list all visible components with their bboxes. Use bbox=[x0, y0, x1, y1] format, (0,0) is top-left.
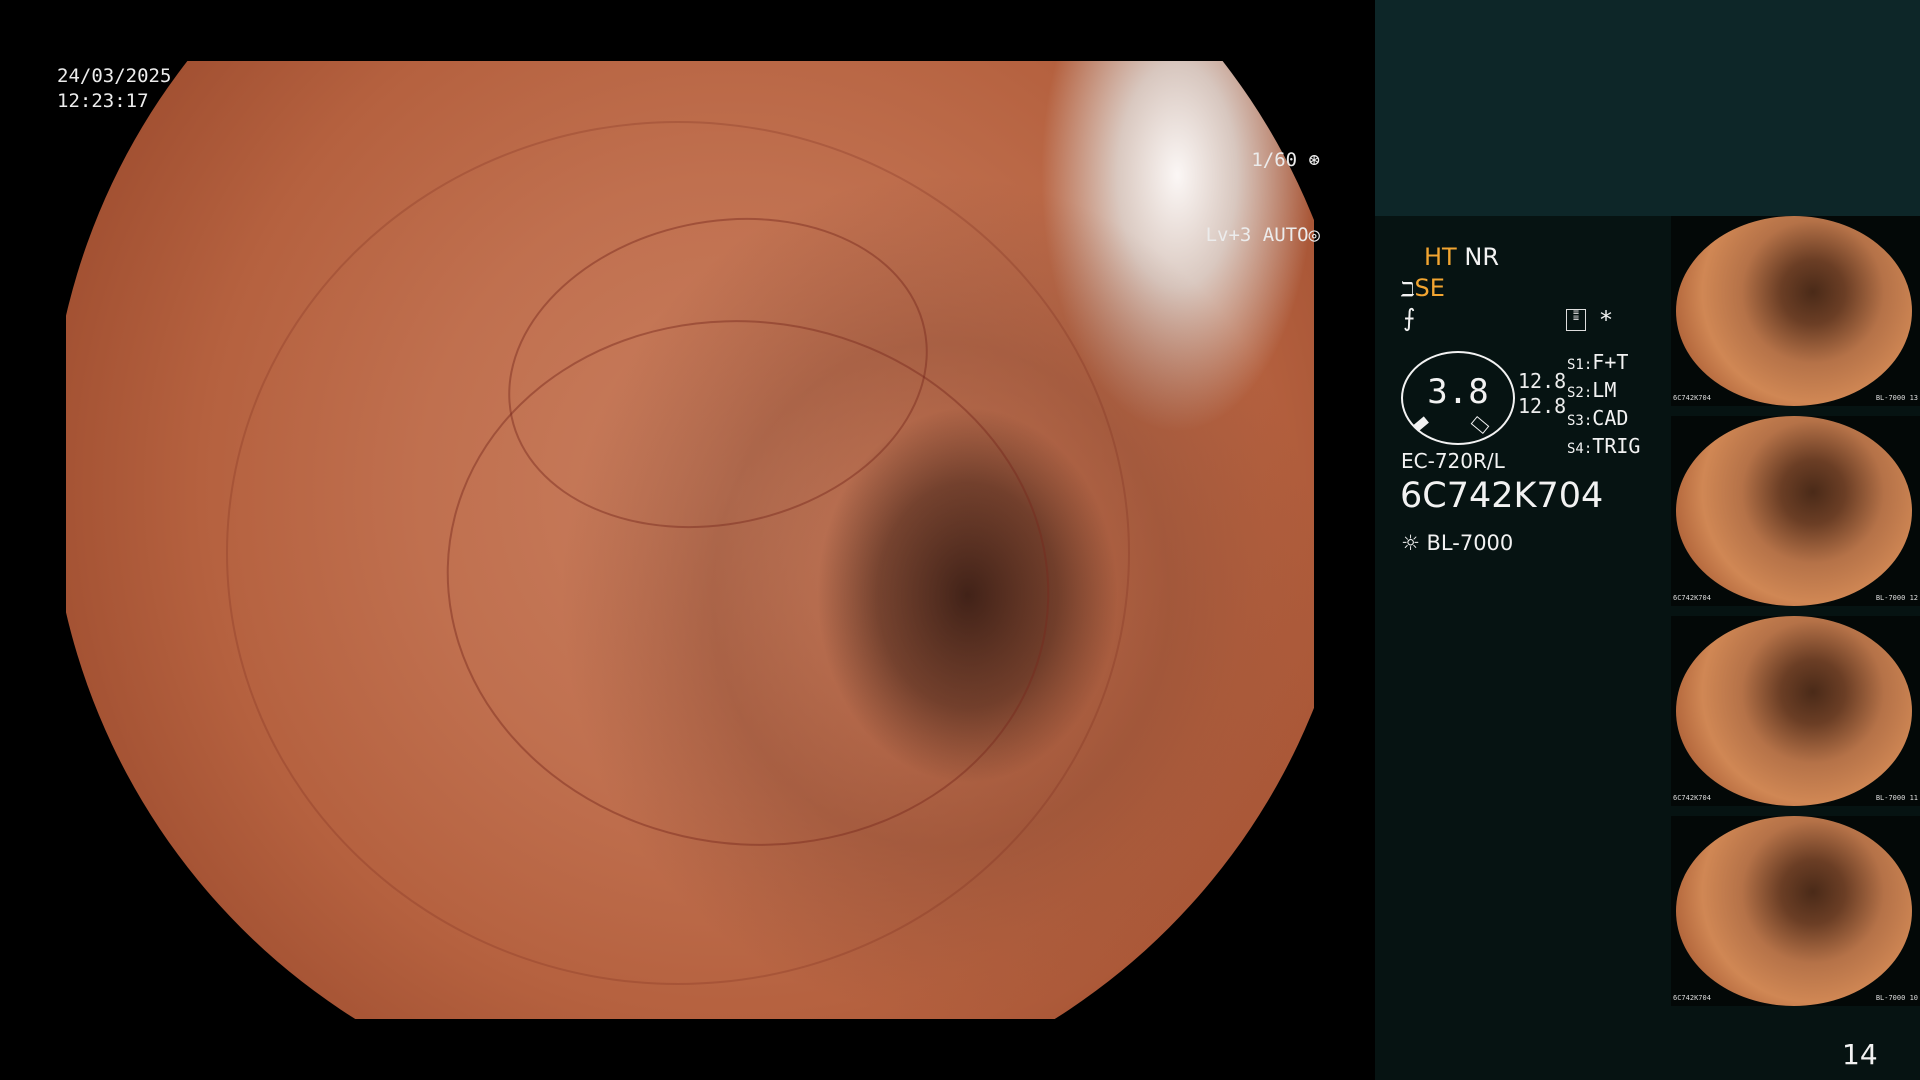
mode-ht: HT bbox=[1424, 243, 1457, 271]
thumbnail-image bbox=[1676, 416, 1912, 606]
curve-icon: ⨍ bbox=[1403, 304, 1416, 332]
auto-icon: ◎ bbox=[1308, 224, 1320, 246]
endoscope-view bbox=[66, 61, 1314, 1019]
thumbnail-image bbox=[1676, 616, 1912, 806]
mode-se: SE bbox=[1414, 274, 1445, 302]
record-icon: ≡ ≡ bbox=[1566, 308, 1586, 331]
thumbnail-image bbox=[1676, 816, 1912, 1006]
level-mode-text: Lv+3 AUTO bbox=[1205, 224, 1309, 246]
switch-s1: S1:F+T bbox=[1567, 350, 1629, 374]
gauge-readouts: 12.8 12.8 bbox=[1518, 369, 1566, 419]
date-text: 24/03/2025 bbox=[57, 65, 172, 87]
date-time: 24/03/2025 12:23:17 bbox=[57, 64, 171, 114]
gauge-readout-2: 12.8 bbox=[1518, 394, 1567, 418]
thumbnail-2[interactable]: 6C742K704 BL-7000 12 bbox=[1671, 416, 1920, 606]
exposure-readout: 1/60 ⊛ Lv+3 AUTO◎ bbox=[1160, 98, 1320, 273]
mode-line-2: ℶSE bbox=[1401, 274, 1445, 302]
page-number: 14 bbox=[1842, 1038, 1878, 1071]
gauge-value: 3.8 bbox=[1427, 372, 1489, 412]
enhance-icon: ℶ bbox=[1401, 277, 1415, 301]
star-text: * bbox=[1600, 306, 1612, 334]
shutter-text: 1/60 bbox=[1251, 149, 1298, 171]
thumbnail-3[interactable]: 6C742K704 BL-7000 11 bbox=[1671, 616, 1920, 806]
thumbnail-1[interactable]: 6C742K704 BL-7000 13 bbox=[1671, 216, 1920, 406]
switch-list: S1:F+T S2:LM S3:CAD S4:TRIG bbox=[1567, 350, 1640, 462]
thumbnail-image bbox=[1676, 216, 1912, 406]
switch-s3: S3:CAD bbox=[1567, 406, 1629, 430]
mode-line-1: HT NR bbox=[1424, 243, 1499, 271]
switch-s4: S4:TRIG bbox=[1567, 434, 1641, 458]
gauge-readout-1: 12.8 bbox=[1518, 369, 1567, 393]
mode-nr: NR bbox=[1464, 243, 1499, 271]
switch-s2: S2:LM bbox=[1567, 378, 1617, 402]
light-source-text: BL-7000 bbox=[1426, 531, 1514, 555]
scope-model: EC-720R/L bbox=[1401, 449, 1505, 473]
serial-number: 6C742K704 bbox=[1400, 476, 1604, 516]
light-source-icon: ☼ bbox=[1401, 531, 1420, 555]
thumbnail-4[interactable]: 6C742K704 BL-7000 10 bbox=[1671, 816, 1920, 1006]
light-source: ☼ BL-7000 bbox=[1401, 531, 1513, 555]
top-panel bbox=[1375, 0, 1920, 216]
time-text: 12:23:17 bbox=[57, 90, 149, 112]
aperture-icon: ⊛ bbox=[1297, 149, 1320, 171]
